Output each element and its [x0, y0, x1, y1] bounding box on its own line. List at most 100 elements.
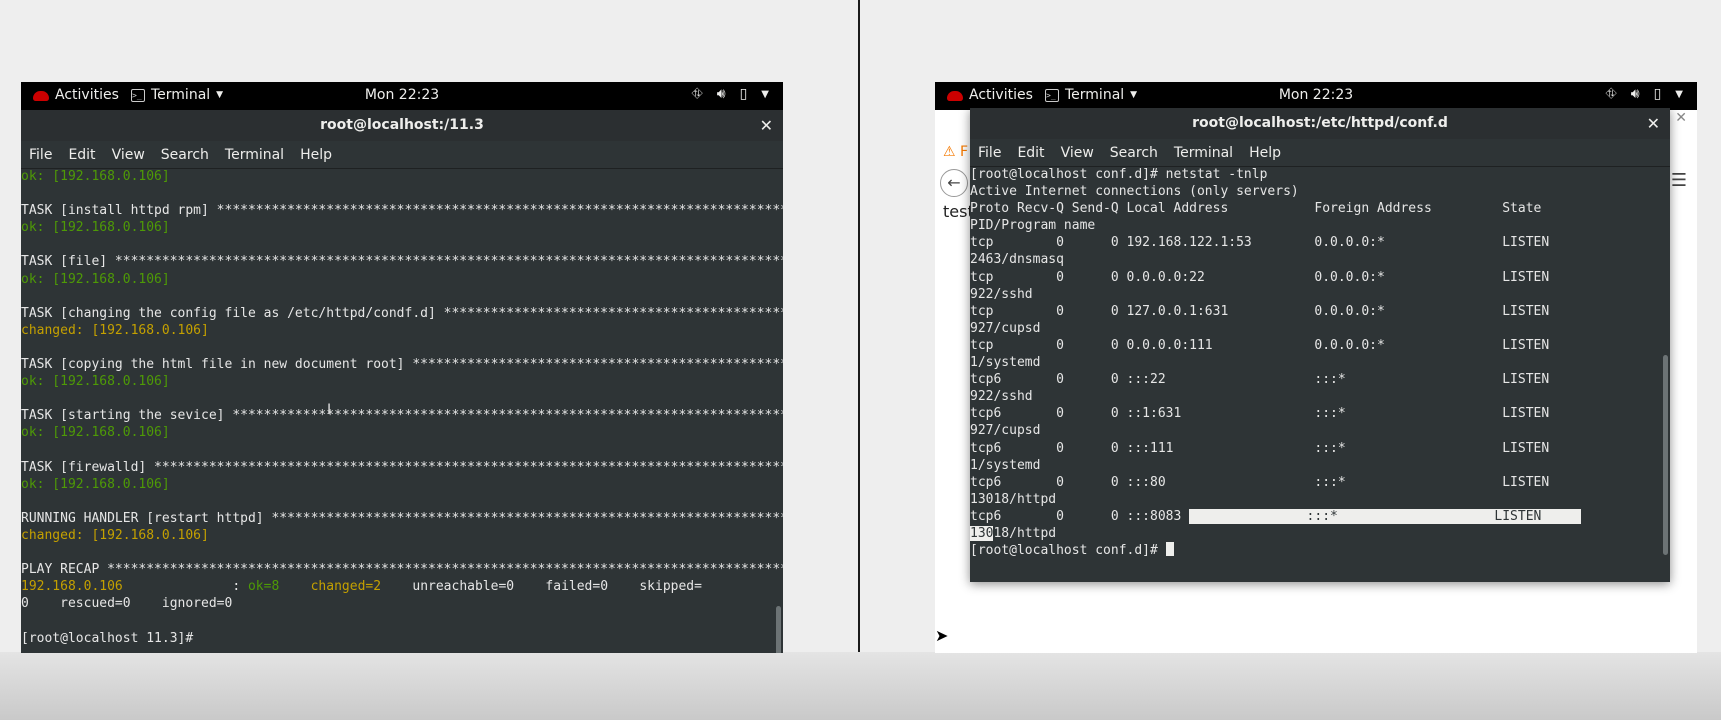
network-icon: ⛗: [691, 86, 703, 102]
line-segment: changed=2: [310, 579, 382, 595]
terminal-line: ok: [192.168.0.106]: [21, 424, 783, 441]
browser-close-icon[interactable]: ✕: [1675, 110, 1687, 126]
terminal-line: tcp6 0 0 ::1:631 :::* LISTEN: [970, 406, 1550, 422]
terminal-line: TASK [changing the config file as /etc/h…: [21, 305, 783, 322]
network-icon: ⛗: [1605, 86, 1617, 102]
warning-icon: ⚠: [943, 144, 956, 160]
browser-tab[interactable]: ⚠ F: [943, 144, 968, 160]
terminal-line: ok: [192.168.0.106]: [21, 373, 783, 390]
terminal-output[interactable]: ok: [192.168.0.106] TASK [install httpd r…: [21, 168, 783, 653]
terminal-line: 1/systemd: [970, 355, 1041, 371]
app-menu-button[interactable]: >_ Terminal ▼: [1045, 87, 1137, 103]
redhat-icon: [947, 91, 963, 101]
terminal-line: tcp6 0 0 :::111 :::* LISTEN: [970, 440, 1550, 456]
line-segment: ok: [192.168.0.106]: [21, 374, 170, 390]
menu-item-edit[interactable]: Edit: [60, 141, 103, 163]
line-segment: RUNNING HANDLER [restart httpd] ********…: [21, 510, 783, 526]
terminal-window-right: root@localhost:/etc/httpd/conf.d ✕ File E…: [970, 108, 1670, 582]
redhat-icon: [33, 91, 49, 101]
activities-label: Activities: [969, 87, 1033, 103]
terminal-line: TASK [file] ****************************…: [21, 253, 783, 270]
line-segment: unreachable=0 failed=0 skipped=: [381, 579, 702, 595]
window-title: root@localhost:/11.3: [320, 117, 484, 133]
terminal-line: TASK [starting the sevice] *************…: [21, 407, 783, 424]
selected-text: 130: [970, 525, 994, 541]
activities-button[interactable]: Activities: [33, 87, 119, 103]
volume-icon: 🔊︎: [716, 86, 726, 102]
terminal-line: 192.168.0.106 : ok=8 changed=2 unreachab…: [21, 578, 783, 595]
text-cursor: [1165, 542, 1174, 557]
close-icon[interactable]: ✕: [1647, 108, 1660, 139]
menu-item-search[interactable]: Search: [1102, 139, 1166, 161]
terminal-line: changed: [192.168.0.106]: [21, 322, 783, 339]
menu-item-help[interactable]: Help: [292, 141, 340, 163]
volume-icon: 🔊︎: [1630, 86, 1640, 102]
terminal-line: 1/systemd: [970, 457, 1041, 473]
line-segment: [root@localhost 11.3]#: [21, 630, 202, 646]
menu-item-view[interactable]: View: [104, 141, 153, 163]
back-button[interactable]: ←: [940, 169, 968, 197]
text-cursor-icon: I: [327, 402, 332, 418]
close-icon[interactable]: ✕: [760, 110, 773, 141]
terminal-line-selected[interactable]: 13018/httpd: [970, 525, 1670, 542]
line-segment: :: [122, 579, 248, 595]
terminal-line: ok: [192.168.0.106]: [21, 168, 783, 185]
activities-button[interactable]: Activities: [947, 87, 1033, 103]
menu-item-terminal[interactable]: Terminal: [1166, 139, 1241, 161]
terminal-line: ok: [192.168.0.106]: [21, 271, 783, 288]
line-segment: [279, 579, 310, 594]
menu-item-help[interactable]: Help: [1241, 139, 1289, 161]
line-segment: TASK [install httpd rpm] ***************…: [21, 203, 783, 219]
terminal-line: tcp 0 0 0.0.0.0:111 0.0.0.0:* LISTEN: [970, 337, 1550, 353]
chevron-down-icon: ▼: [216, 90, 224, 100]
terminal-line: 0 rescued=0 ignored=0: [21, 595, 783, 612]
hamburger-menu-icon[interactable]: ☰: [1671, 170, 1687, 191]
terminal-line: ok: [192.168.0.106]: [21, 219, 783, 236]
app-menu-button[interactable]: >_ Terminal ▼: [131, 87, 223, 103]
menu-item-file[interactable]: File: [970, 139, 1009, 161]
window-titlebar: root@localhost:/etc/httpd/conf.d ✕: [970, 108, 1670, 139]
terminal-line: tcp 0 0 0.0.0.0:22 0.0.0.0:* LISTEN: [970, 269, 1550, 285]
window-title: root@localhost:/etc/httpd/conf.d: [1192, 115, 1448, 131]
app-menu-label: Terminal: [151, 87, 211, 103]
line-segment: ok: [192.168.0.106]: [21, 220, 170, 236]
terminal-line: 922/sshd: [970, 389, 1033, 405]
gnome-top-bar: Activities >_ Terminal ▼ Mon 22:23 ⛗ 🔊︎ …: [935, 82, 1697, 110]
scrollbar[interactable]: [1663, 355, 1668, 555]
terminal-prompt[interactable]: [root@localhost 11.3]#: [21, 630, 783, 647]
app-menu-label: Terminal: [1065, 87, 1125, 103]
terminal-line: tcp 0 0 127.0.0.1:631 0.0.0.0:* LISTEN: [970, 303, 1550, 319]
menu-item-terminal[interactable]: Terminal: [217, 141, 292, 163]
menu-bar: File Edit View Search Terminal Help: [21, 141, 783, 169]
line-segment: PLAY RECAP *****************************…: [21, 562, 783, 578]
line-segment: 0 rescued=0 ignored=0: [21, 596, 233, 612]
terminal-line: TASK [firewalld] ***********************…: [21, 459, 783, 476]
menu-item-file[interactable]: File: [21, 141, 60, 163]
scrollbar[interactable]: [776, 606, 781, 653]
terminal-line: ok: [192.168.0.106]: [21, 476, 783, 493]
line-segment: TASK [firewalld] ***********************…: [21, 459, 783, 475]
line-segment: changed: [192.168.0.106]: [21, 322, 209, 338]
terminal-output[interactable]: [root@localhost conf.d]# netstat -tnlp Ac…: [970, 166, 1670, 582]
menu-item-view[interactable]: View: [1053, 139, 1102, 161]
terminal-prompt[interactable]: [root@localhost conf.d]#: [970, 542, 1670, 559]
terminal-line: 927/cupsd: [970, 320, 1041, 336]
menu-item-edit[interactable]: Edit: [1009, 139, 1052, 161]
menu-bar: File Edit View Search Terminal Help: [970, 139, 1670, 167]
line-segment: ok: [192.168.0.106]: [21, 476, 170, 492]
system-tray[interactable]: ⛗ 🔊︎ ▯ ▼: [1606, 86, 1683, 102]
prompt-text: [root@localhost conf.d]#: [970, 543, 1166, 559]
mouse-pointer-icon: ➤: [935, 626, 949, 645]
terminal-line-selected[interactable]: tcp6 0 0 :::8083 :::* LISTEN: [970, 508, 1670, 525]
system-tray[interactable]: ⛗ 🔊︎ ▯ ▼: [692, 86, 769, 102]
line-segment: ok=8: [247, 579, 280, 595]
line-text: 18/httpd: [993, 525, 1057, 541]
terminal-line: TASK [install httpd rpm] ***************…: [21, 202, 783, 219]
menu-item-search[interactable]: Search: [153, 141, 217, 163]
